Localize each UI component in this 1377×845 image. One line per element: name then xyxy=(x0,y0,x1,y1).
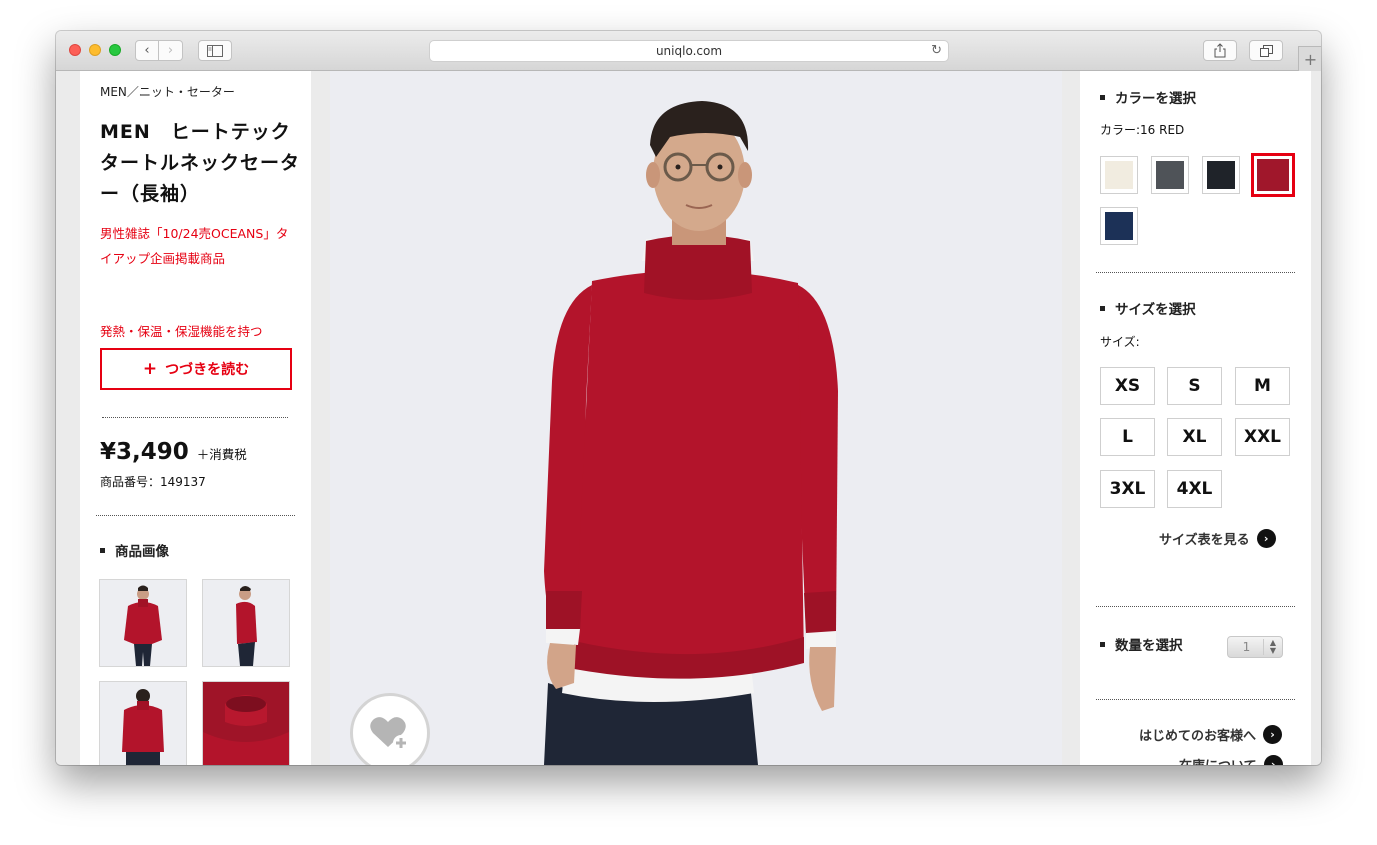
reload-icon[interactable]: ↻ xyxy=(931,43,942,58)
browser-toolbar: ‹ › uniqlo.com ↻ + xyxy=(56,31,1321,71)
size-button-m[interactable]: M xyxy=(1235,367,1290,405)
thumbnail-image-detail xyxy=(203,682,289,765)
chevron-left-icon: ‹ xyxy=(144,43,150,58)
size-button-4xl[interactable]: 4XL xyxy=(1167,470,1222,508)
product-photo xyxy=(330,71,1062,765)
thumbnail-image-front xyxy=(100,580,186,666)
purchase-options-panel: カラーを選択 カラー:16 RED サイズを選択 サイズ: XS S M L X… xyxy=(1080,71,1311,765)
chevron-right-circle-icon: › xyxy=(1263,725,1283,744)
color-swatch-fill xyxy=(1105,161,1133,189)
color-swatch-red[interactable] xyxy=(1251,153,1295,197)
color-heading-label: カラーを選択 xyxy=(1115,91,1196,107)
color-swatch-fill xyxy=(1156,161,1184,189)
thumbnail-image-back xyxy=(100,682,186,765)
sidebar-toggle-button[interactable] xyxy=(198,40,232,61)
square-bullet-icon xyxy=(1100,305,1105,311)
product-images-heading-label: 商品画像 xyxy=(115,544,169,560)
divider xyxy=(96,515,295,516)
color-swatch-fill xyxy=(1257,159,1289,191)
size-chart-link-label: サイズ表を見る xyxy=(1159,533,1250,548)
heart-plus-icon xyxy=(370,717,409,751)
product-thumbnail-side[interactable] xyxy=(202,579,290,667)
price: ¥3,490 xyxy=(100,439,189,465)
tax-note: ＋消費税 xyxy=(196,447,247,462)
size-button-s[interactable]: S xyxy=(1167,367,1222,405)
size-heading: サイズを選択 xyxy=(1100,298,1196,318)
color-swatch-off-white[interactable] xyxy=(1100,156,1138,194)
plus-icon: + xyxy=(142,359,158,379)
product-title: MEN ヒートテックタートルネックセーター（長袖） xyxy=(100,121,301,205)
product-images-heading: 商品画像 xyxy=(100,540,169,560)
size-button-xxl[interactable]: XXL xyxy=(1235,418,1290,456)
divider xyxy=(1096,699,1295,700)
divider xyxy=(102,417,288,418)
size-button-3xl[interactable]: 3XL xyxy=(1100,470,1155,508)
size-label: サイズ: xyxy=(1100,335,1140,349)
quantity-value: 1 xyxy=(1242,640,1251,654)
size-heading-label: サイズを選択 xyxy=(1115,302,1196,318)
chevron-right-icon: › xyxy=(167,43,174,58)
page-content: MEN／ニット・セーター MEN ヒートテックタートルネックセーター（長袖） 男… xyxy=(56,71,1321,765)
color-heading: カラーを選択 xyxy=(1100,87,1196,107)
size-button-xs[interactable]: XS xyxy=(1100,367,1155,405)
first-time-guide-link[interactable]: はじめてのお客様へ › xyxy=(1139,725,1283,744)
square-bullet-icon xyxy=(100,547,105,553)
product-thumbnail-detail[interactable] xyxy=(202,681,290,765)
forward-button[interactable]: › xyxy=(159,40,183,61)
minimize-window-button[interactable] xyxy=(89,44,101,56)
chevron-right-circle-icon: › xyxy=(1263,755,1283,765)
color-swatch-gray[interactable] xyxy=(1151,156,1189,194)
back-button[interactable]: ‹ xyxy=(135,40,159,61)
divider xyxy=(1096,272,1295,273)
chevron-right-circle-icon: › xyxy=(1256,529,1276,548)
color-swatch-fill xyxy=(1207,161,1235,189)
size-button-xl[interactable]: XL xyxy=(1167,418,1222,456)
browser-window: ‹ › uniqlo.com ↻ + MEN／ニット・セーター MEN ヒートテ… xyxy=(56,31,1321,765)
product-thumbnail-back[interactable] xyxy=(99,681,187,765)
zoom-window-button[interactable] xyxy=(109,44,121,56)
tabs-icon xyxy=(1259,44,1273,57)
first-time-guide-label: はじめてのお客様へ xyxy=(1139,729,1257,744)
product-number: 商品番号：149137 xyxy=(100,475,206,489)
share-button[interactable] xyxy=(1203,40,1237,61)
price-row: ¥3,490 ＋消費税 xyxy=(100,439,247,465)
read-more-label: つづきを読む xyxy=(165,362,250,378)
product-thumbnail-front[interactable] xyxy=(99,579,187,667)
promo-text: 男性雑誌「10/24売OCEANS」タイアップ企画掲載商品 xyxy=(100,226,289,266)
color-swatch-fill xyxy=(1105,212,1133,240)
model-photo-image xyxy=(330,71,1062,765)
size-chart-link[interactable]: サイズ表を見る › xyxy=(1159,529,1276,548)
sidebar-icon xyxy=(207,44,223,57)
product-info-panel: MEN／ニット・セーター MEN ヒートテックタートルネックセーター（長袖） 男… xyxy=(80,71,311,765)
new-tab-button[interactable]: + xyxy=(1298,46,1321,71)
address-bar[interactable]: uniqlo.com ↻ xyxy=(429,40,949,62)
quantity-select[interactable]: 1 ▲ ▼ xyxy=(1227,636,1283,658)
square-bullet-icon xyxy=(1100,94,1105,100)
plus-icon: + xyxy=(1303,49,1318,69)
size-button-l[interactable]: L xyxy=(1100,418,1155,456)
url-text: uniqlo.com xyxy=(655,44,723,58)
color-swatch-black[interactable] xyxy=(1202,156,1240,194)
divider xyxy=(1096,606,1295,607)
breadcrumb[interactable]: MEN／ニット・セーター xyxy=(100,83,235,100)
quantity-heading-label: 数量を選択 xyxy=(1115,638,1183,654)
stock-info-link[interactable]: 在庫について › xyxy=(1179,755,1283,765)
show-tabs-button[interactable] xyxy=(1249,40,1283,61)
stock-info-label: 在庫について xyxy=(1179,755,1257,765)
selected-color-label: カラー:16 RED xyxy=(1100,123,1185,137)
close-window-button[interactable] xyxy=(69,44,81,56)
thumbnail-image-side xyxy=(203,580,289,666)
read-more-button[interactable]: + つづきを読む xyxy=(100,348,292,390)
square-bullet-icon xyxy=(1100,641,1105,647)
color-swatch-navy[interactable] xyxy=(1100,207,1138,245)
quantity-heading: 数量を選択 xyxy=(1100,634,1183,654)
share-icon xyxy=(1214,43,1226,58)
up-down-arrows-icon: ▲ ▼ xyxy=(1263,639,1282,655)
favorite-button[interactable] xyxy=(350,693,430,765)
feature-text: 発熱・保温・保湿機能を持つ xyxy=(100,324,263,339)
